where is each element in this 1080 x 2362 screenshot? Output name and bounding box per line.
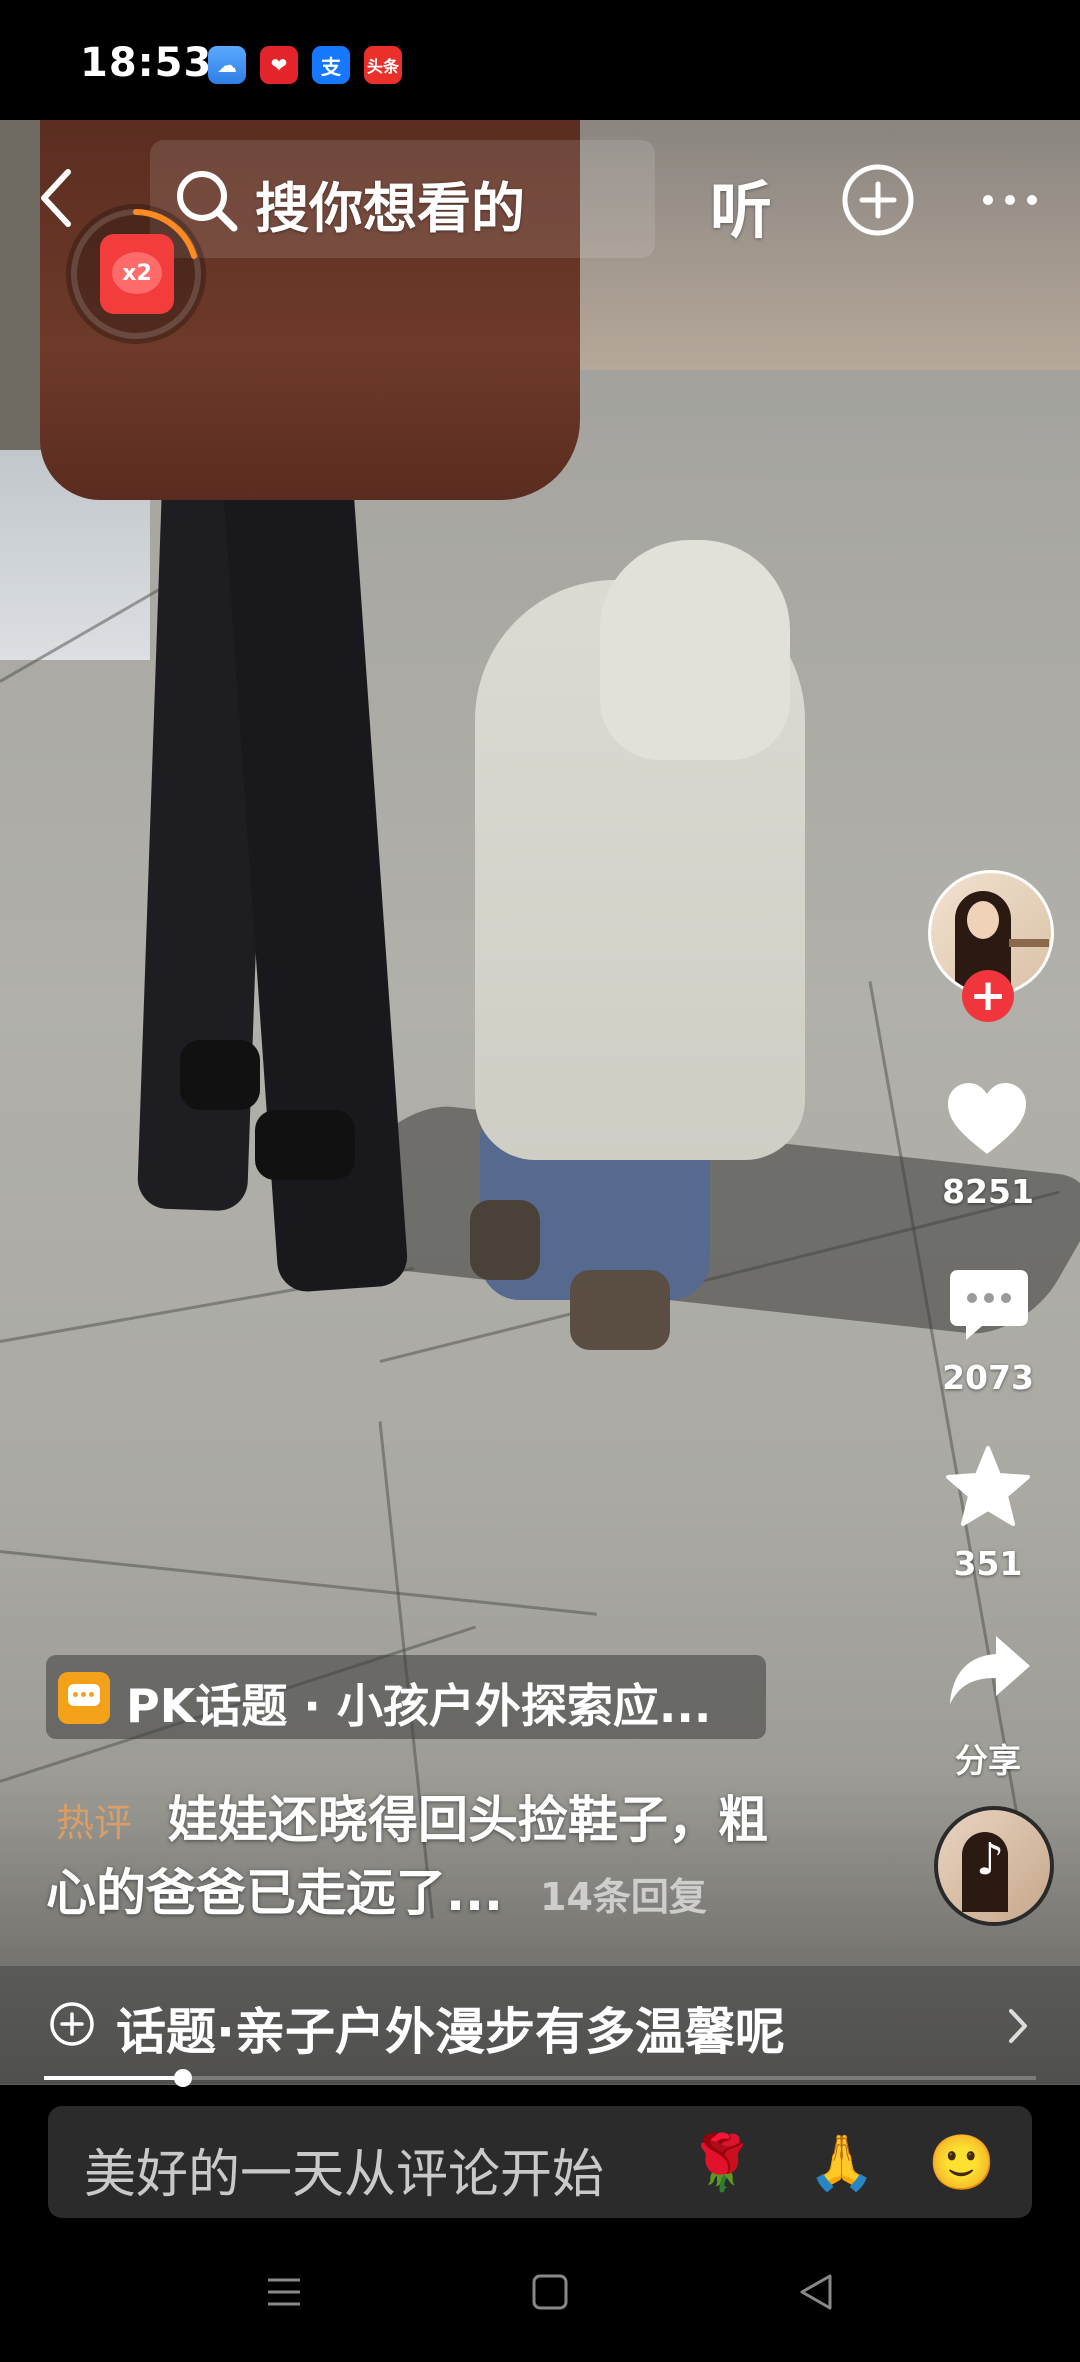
pk-topic-icon xyxy=(58,1672,110,1724)
status-bar: 18:53 ☁ ❤ 支 头条 xyxy=(0,0,1080,120)
chat-bubble-icon xyxy=(68,1684,100,1706)
music-disc[interactable]: ♪ xyxy=(934,1806,1054,1926)
star-icon[interactable] xyxy=(944,1444,1032,1528)
toutiao-app-icon: 头条 xyxy=(364,46,402,84)
share-icon[interactable] xyxy=(946,1632,1032,1708)
playback-progress-knob[interactable] xyxy=(173,2069,192,2087)
hot-comment-text-continued[interactable]: 心的爸爸已走远了... xyxy=(46,1853,503,1925)
comment-input-placeholder[interactable]: 美好的一天从评论开始 xyxy=(84,2132,604,2207)
weather-app-icon: ☁ xyxy=(208,46,246,84)
share-label[interactable]: 分享 xyxy=(918,1734,1058,1782)
plus-circle-icon[interactable] xyxy=(840,162,916,238)
back-nav-icon[interactable] xyxy=(794,2270,838,2314)
pk-topic-text[interactable]: PK话题 · 小孩户外探索应... xyxy=(126,1670,711,1736)
rose-emoji-button[interactable]: 🌹 xyxy=(688,2130,755,2196)
topic-text[interactable]: 话题·亲子户外漫步有多温馨呢 xyxy=(116,1992,785,2064)
search-placeholder[interactable]: 搜你想看的 xyxy=(255,164,525,243)
pavement-crack xyxy=(0,1550,597,1616)
status-time: 18:53 xyxy=(80,40,213,86)
avatar-face xyxy=(967,901,999,939)
playback-progress-fill xyxy=(44,2076,183,2080)
more-icon[interactable] xyxy=(980,178,1040,222)
playback-progress[interactable] xyxy=(44,2069,1036,2087)
red-packet-multiplier: x2 xyxy=(112,252,162,294)
reply-count[interactable]: 14条回复 xyxy=(540,1866,707,1921)
adult-shoe xyxy=(255,1110,355,1180)
health-app-icon: ❤ xyxy=(260,46,298,84)
pray-emoji-button[interactable]: 🙏 xyxy=(808,2130,875,2196)
hot-comment-text[interactable]: 娃娃还晓得回头捡鞋子，粗 xyxy=(168,1780,768,1852)
alipay-app-icon: 支 xyxy=(312,46,350,84)
hot-comment-tag: 热评 xyxy=(56,1801,133,1845)
like-icon[interactable] xyxy=(944,1080,1030,1156)
comment-count: 2073 xyxy=(942,1358,1034,1397)
dot xyxy=(81,1692,86,1697)
child-hood xyxy=(600,540,790,760)
dot xyxy=(73,1692,78,1697)
adult-shoe xyxy=(180,1040,260,1110)
music-note-icon: ♪ xyxy=(976,1834,1005,1885)
menu-icon[interactable] xyxy=(262,2270,306,2314)
favorite-count: 351 xyxy=(953,1544,1023,1583)
like-count: 8251 xyxy=(942,1172,1034,1211)
dot xyxy=(89,1692,94,1697)
notification-icons: ☁ ❤ 支 头条 xyxy=(208,46,402,84)
comment-icon[interactable] xyxy=(948,1268,1030,1344)
chevron-right-icon xyxy=(1009,2009,1027,2043)
home-icon[interactable] xyxy=(528,2270,572,2314)
topic-add-icon xyxy=(50,2002,94,2046)
child-boot xyxy=(570,1270,670,1350)
red-packet-widget[interactable]: x2 xyxy=(66,204,206,344)
listen-button[interactable]: 听 xyxy=(710,160,772,250)
smile-emoji-button[interactable]: 🙂 xyxy=(928,2130,995,2196)
follow-button[interactable]: + xyxy=(962,970,1014,1022)
avatar-table xyxy=(1009,939,1049,947)
child-boot xyxy=(470,1200,540,1280)
